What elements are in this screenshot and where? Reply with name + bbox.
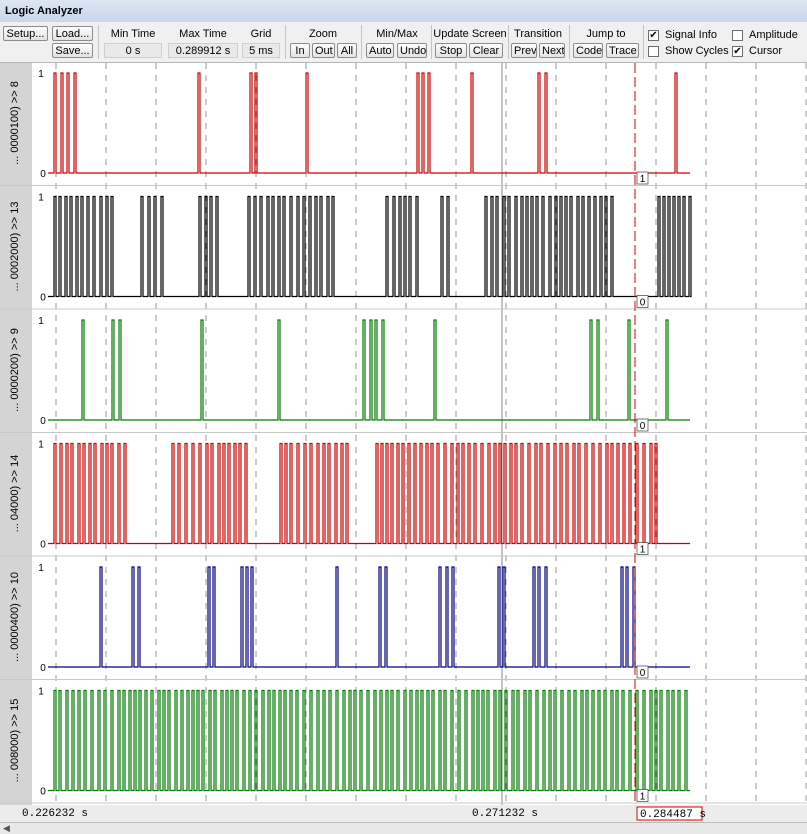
amplitude-label: Amplitude xyxy=(749,29,798,41)
cursor-value: 0 xyxy=(640,668,646,679)
cursor-value: 0 xyxy=(640,298,646,309)
grid-label: Grid xyxy=(250,28,272,40)
load-button[interactable]: Load... xyxy=(52,26,93,41)
setup-button[interactable]: Setup... xyxy=(3,26,48,41)
min-time-label: Min Time xyxy=(110,28,156,40)
jump-trace-button[interactable]: Trace xyxy=(606,43,639,58)
signal-low-label: 0 xyxy=(40,540,46,551)
signal-low-label: 0 xyxy=(40,787,46,798)
signal-low-label: 0 xyxy=(40,169,46,180)
jump-code-button[interactable]: Code xyxy=(573,43,603,58)
horizontal-scrollbar[interactable]: ◀ xyxy=(0,822,807,834)
cursor-label: Cursor xyxy=(749,45,783,57)
max-time-value: 0.289912 s xyxy=(168,43,238,58)
zoom-out-button[interactable]: Out xyxy=(312,43,335,58)
window-title: Logic Analyzer xyxy=(5,5,83,17)
signal-name-label: ... 0000200) >> 9 xyxy=(9,328,21,412)
cursor-value: 1 xyxy=(640,792,646,803)
signal-name-label: ... 0000400) >> 10 xyxy=(9,572,21,662)
grid-value: 5 ms xyxy=(242,43,280,58)
time-axis-middle: 0.271232 s xyxy=(472,808,538,820)
zoom-all-button[interactable]: All xyxy=(337,43,357,58)
signal-high-label: 1 xyxy=(38,563,44,574)
jump-to-label: Jump to xyxy=(586,28,626,40)
signal-info-checkbox[interactable]: ✔ xyxy=(648,30,659,41)
signal-name-label: ... 0000100) >> 8 xyxy=(9,81,21,165)
signal-name-label: ... 008000) >> 15 xyxy=(9,699,21,783)
amplitude-checkbox[interactable] xyxy=(732,30,743,41)
scroll-left-icon[interactable]: ◀ xyxy=(3,823,10,834)
zoom-label: Zoom xyxy=(308,28,338,40)
signal-name-label: ... 04000) >> 14 xyxy=(9,455,21,533)
plot-area xyxy=(32,63,807,805)
cursor-value: 1 xyxy=(640,545,646,556)
cursor-value: 0 xyxy=(640,421,646,432)
update-clear-button[interactable]: Clear xyxy=(469,43,503,58)
save-button[interactable]: Save... xyxy=(52,43,93,58)
signal-name-label: ... 0002000) >> 13 xyxy=(9,202,21,292)
show-cycles-label: Show Cycles xyxy=(665,45,729,57)
transition-label: Transition xyxy=(514,28,562,40)
minmax-undo-button[interactable]: Undo xyxy=(397,43,427,58)
signal-high-label: 1 xyxy=(38,316,44,327)
signal-high-label: 1 xyxy=(38,193,44,204)
min-time-value: 0 s xyxy=(104,43,162,58)
title-bar: Logic Analyzer xyxy=(0,0,807,23)
max-time-label: Max Time xyxy=(179,28,227,40)
signal-high-label: 1 xyxy=(38,440,44,451)
transition-prev-button[interactable]: Prev xyxy=(511,43,537,58)
cursor-value: 1 xyxy=(640,174,646,185)
time-axis-left: 0.226232 s xyxy=(22,808,88,820)
signal-high-label: 1 xyxy=(38,69,44,80)
label-column xyxy=(0,63,32,805)
toolbar: Setup... Load... Save... Min Time 0 s Ma… xyxy=(0,22,807,63)
minmax-label: Min/Max xyxy=(376,28,418,40)
signal-info-label: Signal Info xyxy=(665,29,717,41)
cursor-time-value: 0.284487 s xyxy=(640,809,706,821)
signal-low-label: 0 xyxy=(40,416,46,427)
transition-next-button[interactable]: Next xyxy=(539,43,565,58)
minmax-auto-button[interactable]: Auto xyxy=(366,43,394,58)
signal-low-label: 0 xyxy=(40,293,46,304)
waveform-plot[interactable]: ... 0000100) >> 8 1 0 1 ... 0002000) >> 13 1 0… xyxy=(0,63,807,822)
cursor-checkbox[interactable]: ✔ xyxy=(732,46,743,57)
update-stop-button[interactable]: Stop xyxy=(435,43,467,58)
signal-high-label: 1 xyxy=(38,687,44,698)
update-screen-label: Update Screen xyxy=(433,28,507,40)
signal-low-label: 0 xyxy=(40,663,46,674)
zoom-in-button[interactable]: In xyxy=(290,43,310,58)
show-cycles-checkbox[interactable] xyxy=(648,46,659,57)
